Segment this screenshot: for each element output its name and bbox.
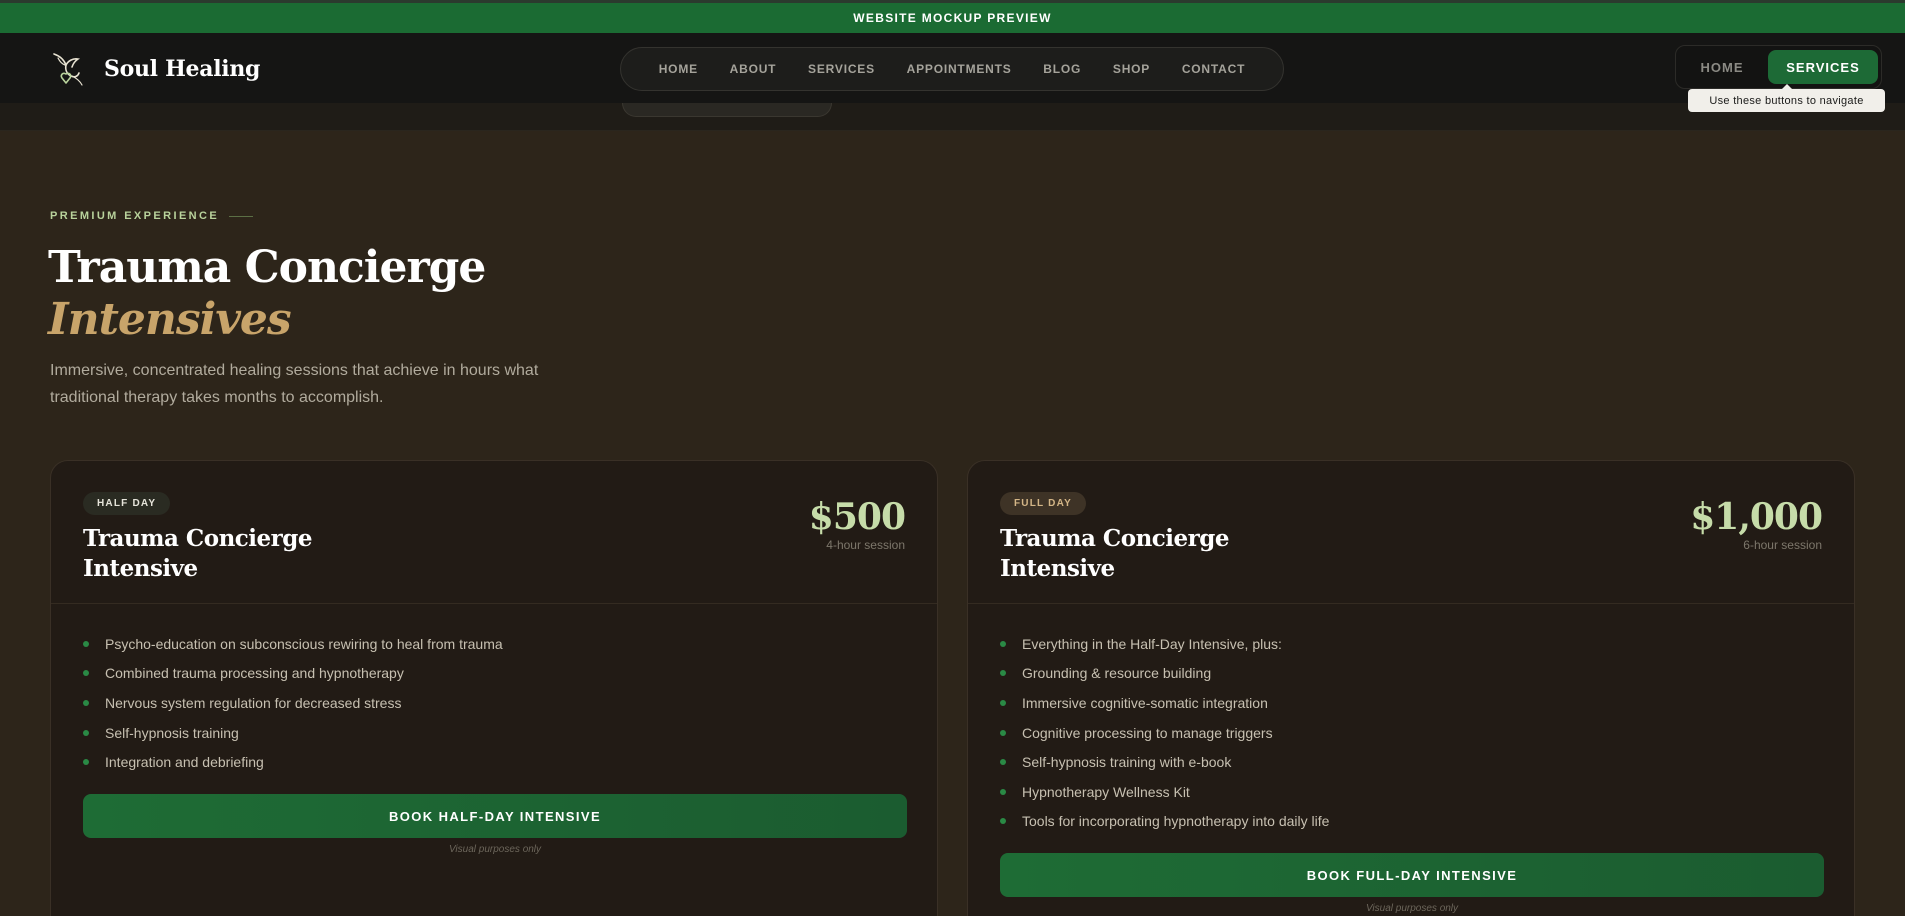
feature-text: Tools for incorporating hypnotherapy int… [1022, 813, 1330, 830]
feature-item: Cognitive processing to manage triggers [1000, 718, 1329, 748]
bullet-dot-icon [1000, 729, 1006, 736]
feature-item: Combined trauma processing and hypnother… [83, 659, 503, 689]
nav-item-services[interactable]: SERVICES [808, 62, 875, 76]
feature-text: Self-hypnosis training with e-book [1022, 754, 1232, 771]
card-title-line: Intensive [83, 555, 198, 582]
hero-eyebrow: PREMIUM EXPERIENCE [50, 210, 254, 222]
card-header: HALF DAY Trauma Concierge Intensive $500… [51, 461, 937, 604]
feature-text: Everything in the Half-Day Intensive, pl… [1022, 635, 1282, 652]
card-title: Trauma Concierge Intensive [83, 524, 313, 584]
hero-description: Immersive, concentrated healing sessions… [50, 362, 539, 406]
feature-item: Nervous system regulation for decreased … [83, 688, 503, 718]
hero-title: Trauma Concierge [48, 242, 486, 293]
button-note: Visual purposes only [448, 844, 542, 855]
button-note: Visual purposes only [1365, 903, 1459, 914]
feature-text: Combined trauma processing and hypnother… [105, 665, 404, 682]
nav-item-blog[interactable]: BLOG [1043, 62, 1081, 76]
nav-item-home[interactable]: HOME [659, 62, 698, 76]
hero-title-accent: Intensives [48, 294, 292, 345]
bullet-dot-icon [83, 640, 89, 647]
feature-list: Everything in the Half-Day Intensive, pl… [1000, 629, 1329, 836]
feature-text: Immersive cognitive-somatic integration [1022, 694, 1268, 711]
main-nav: HOME ABOUT SERVICES APPOINTMENTS BLOG SH… [620, 47, 1284, 91]
brand-name: Soul Healing [104, 56, 261, 82]
nav-item-appointments[interactable]: APPOINTMENTS [907, 62, 1012, 76]
bullet-dot-icon [1000, 699, 1006, 706]
pricing-card-full-day: FULL DAY Trauma Concierge Intensive $1,0… [967, 460, 1855, 916]
brand-logo[interactable]: Soul Healing [48, 48, 260, 90]
feature-text: Nervous system regulation for decreased … [105, 694, 402, 711]
feature-text: Self-hypnosis training [105, 724, 239, 741]
bullet-dot-icon [83, 699, 89, 706]
feature-item: Grounding & resource building [1000, 659, 1329, 689]
navigate-tooltip: Use these buttons to navigate [1688, 84, 1885, 112]
feature-item: Everything in the Half-Day Intensive, pl… [1000, 629, 1329, 659]
feature-item: Psycho-education on subconscious rewirin… [83, 629, 503, 659]
bullet-dot-icon [1000, 759, 1006, 766]
card-title: Trauma Concierge Intensive [1000, 524, 1230, 584]
header-shadow [0, 103, 1905, 131]
feature-item: Immersive cognitive-somatic integration [1000, 688, 1329, 718]
bullet-dot-icon [1000, 788, 1006, 795]
feature-text: Psycho-education on subconscious rewirin… [105, 635, 503, 652]
feature-list: Psycho-education on subconscious rewirin… [83, 629, 503, 777]
bullet-dot-icon [1000, 640, 1006, 647]
nav-ghost-pill [622, 103, 832, 117]
bullet-dot-icon [83, 729, 89, 736]
switch-home-button[interactable]: HOME [1678, 50, 1766, 84]
card-duration: 6-hour session [1743, 538, 1822, 552]
eyebrow-line [229, 215, 254, 217]
bullet-dot-icon [83, 670, 89, 677]
book-half-day-button[interactable]: BOOK HALF-DAY INTENSIVE [83, 794, 907, 838]
switch-services-button[interactable]: SERVICES [1768, 50, 1878, 84]
nav-item-about[interactable]: ABOUT [730, 62, 777, 76]
card-title-line: Trauma Concierge [1000, 525, 1230, 552]
nav-item-contact[interactable]: CONTACT [1182, 62, 1245, 76]
feature-text: Grounding & resource building [1022, 665, 1212, 682]
card-price: $1,000 [1690, 496, 1823, 538]
nav-item-shop[interactable]: SHOP [1113, 62, 1150, 76]
feature-text: Cognitive processing to manage triggers [1022, 724, 1273, 741]
hummingbird-heart-icon [53, 53, 83, 86]
feature-item: Self-hypnosis training [83, 718, 503, 748]
card-title-line: Trauma Concierge [83, 525, 313, 552]
feature-text: Hypnotherapy Wellness Kit [1022, 783, 1190, 800]
pricing-card-half-day: HALF DAY Trauma Concierge Intensive $500… [50, 460, 938, 916]
feature-item: Self-hypnosis training with e-book [1000, 747, 1329, 777]
feature-item: Integration and debriefing [83, 747, 503, 777]
card-duration: 4-hour session [826, 538, 905, 552]
feature-text: Integration and debriefing [105, 754, 264, 771]
card-badge: FULL DAY [1000, 492, 1086, 515]
bullet-dot-icon [1000, 670, 1006, 677]
feature-item: Tools for incorporating hypnotherapy int… [1000, 807, 1329, 837]
eyebrow-label: PREMIUM EXPERIENCE [50, 210, 220, 222]
card-header: FULL DAY Trauma Concierge Intensive $1,0… [968, 461, 1854, 604]
feature-item: Hypnotherapy Wellness Kit [1000, 777, 1329, 807]
card-title-line: Intensive [1000, 555, 1115, 582]
book-full-day-button[interactable]: BOOK FULL-DAY INTENSIVE [1000, 853, 1824, 897]
card-price: $500 [808, 496, 906, 538]
mockup-preview-banner: WEBSITE MOCKUP PREVIEW [0, 0, 1905, 33]
card-badge: HALF DAY [83, 492, 171, 515]
bullet-dot-icon [83, 759, 89, 766]
bullet-dot-icon [1000, 818, 1006, 825]
